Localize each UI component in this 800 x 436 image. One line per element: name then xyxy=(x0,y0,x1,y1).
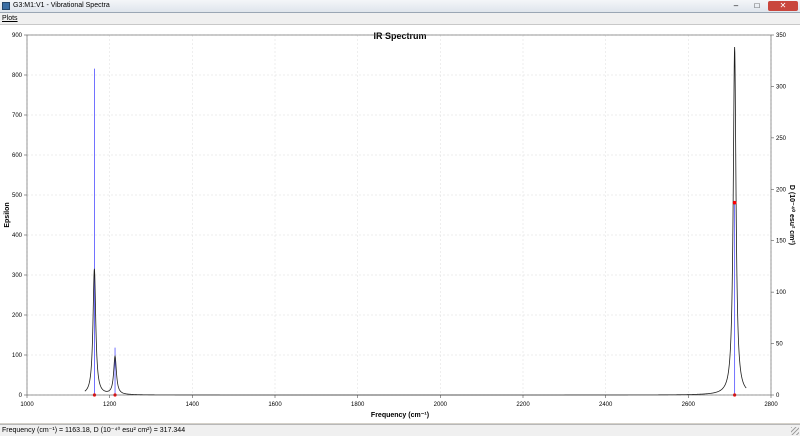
y-tick-label: 400 xyxy=(12,233,23,239)
y-tick-label: 900 xyxy=(12,33,23,39)
y2-tick-label: 200 xyxy=(776,187,787,193)
y-tick-label: 100 xyxy=(12,353,23,359)
menu-plots[interactable]: Plots xyxy=(2,13,18,24)
maximize-button[interactable]: □ xyxy=(747,1,767,11)
x-tick-label: 1600 xyxy=(268,402,282,408)
stick-series xyxy=(94,68,736,395)
x-tick-label: 2400 xyxy=(599,402,613,408)
app-icon xyxy=(2,2,10,10)
y-tick-label: 300 xyxy=(12,273,23,279)
peak-markers xyxy=(92,200,737,397)
window-titlebar: G3:M1:V1 - Vibrational Spectra – □ ✕ xyxy=(0,0,800,13)
x-tick-label: 2600 xyxy=(682,402,696,408)
window-title: G3:M1:V1 - Vibrational Spectra xyxy=(13,2,110,9)
grid xyxy=(26,34,772,396)
axis-ticks: 1000 1200 1400 1600 1800 2000 2200 2400 2600 2800… xyxy=(12,33,787,408)
y-tick-label: 700 xyxy=(12,113,23,119)
y-tick-label: 500 xyxy=(12,193,23,199)
chart-title: IR Spectrum xyxy=(373,31,426,41)
close-button[interactable]: ✕ xyxy=(768,1,798,11)
x-axis-label: Frequency (cm⁻¹) xyxy=(371,412,429,419)
status-bar: Frequency (cm⁻¹) = 1163.18, D (10⁻⁴⁰ esu… xyxy=(0,424,800,436)
plot-frame xyxy=(26,34,772,396)
x-tick-label: 2200 xyxy=(516,402,530,408)
y2-axis-label: D (10⁻⁴⁰ esu² cm²) xyxy=(788,185,796,245)
x-tick-label: 2800 xyxy=(764,402,778,408)
y2-tick-label: 50 xyxy=(776,342,783,348)
y-tick-label: 600 xyxy=(12,153,23,159)
x-tick-label: 1000 xyxy=(20,402,34,408)
y2-tick-label: 300 xyxy=(776,84,787,90)
minimize-button[interactable]: – xyxy=(726,1,746,11)
menu-bar: Plots xyxy=(0,13,800,25)
x-tick-label: 1800 xyxy=(351,402,365,408)
x-tick-label: 2000 xyxy=(434,402,448,408)
y-tick-label: 800 xyxy=(12,73,23,79)
resize-grip-icon[interactable] xyxy=(791,427,799,435)
x-tick-label: 1200 xyxy=(103,402,117,408)
y2-tick-label: 100 xyxy=(776,290,787,296)
y2-tick-label: 150 xyxy=(776,239,787,245)
y2-tick-label: 350 xyxy=(776,33,787,39)
y2-tick-label: 0 xyxy=(776,393,780,399)
y-axis-label: Epsilon xyxy=(4,202,11,227)
stick-top-marker xyxy=(732,200,737,205)
x-tick-label: 1400 xyxy=(186,402,200,408)
status-readout: Frequency (cm⁻¹) = 1163.18, D (10⁻⁴⁰ esu… xyxy=(2,427,186,434)
y2-tick-label: 250 xyxy=(776,136,787,142)
spectrum-line xyxy=(84,46,747,396)
y-tick-label: 0 xyxy=(19,393,23,399)
chart-panel: IR Spectrum 1000 1200 1400 1600 1800 2000 2200… xyxy=(0,25,800,423)
ir-spectrum-chart[interactable]: IR Spectrum 1000 1200 1400 1600 1800 2000 2200… xyxy=(0,25,800,423)
y-tick-label: 200 xyxy=(12,313,23,319)
